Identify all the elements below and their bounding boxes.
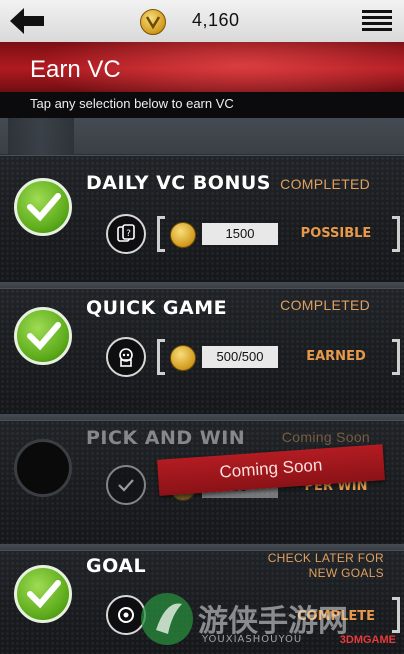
svg-text:?: ? — [126, 229, 131, 239]
page-subtitle: Tap any selection below to earn VC — [30, 96, 234, 111]
item-status: Coming Soon — [281, 429, 370, 445]
bracket-right — [392, 216, 400, 252]
item-status: CHECK LATER FOR NEW GOALS — [268, 551, 384, 581]
header-subtitle-bar: Tap any selection below to earn VC — [0, 92, 404, 118]
item-status: COMPLETED — [280, 297, 370, 313]
item-value: 500/500 — [202, 346, 278, 368]
daily-vc-bonus-card[interactable]: DAILY VC BONUS COMPLETED ? 1500 POSSIBLE — [0, 155, 404, 282]
item-value-label: EARNED — [306, 349, 366, 364]
item-title: QUICK GAME — [86, 297, 228, 319]
item-status-line: NEW GOALS — [308, 566, 384, 580]
completed-check-icon — [14, 307, 72, 365]
item-title: GOAL — [86, 555, 147, 577]
robot-head-icon — [106, 337, 146, 377]
quick-game-card[interactable]: QUICK GAME COMPLETED 500/500 EARNED — [0, 288, 404, 415]
top-bar: 4,160 — [0, 0, 404, 43]
page-title: Earn VC — [30, 56, 121, 83]
item-title: DAILY VC BONUS — [86, 172, 271, 194]
vc-coin-icon — [170, 222, 196, 248]
item-status: COMPLETED — [280, 176, 370, 192]
bracket-left — [157, 339, 165, 375]
banner-label: Coming Soon — [218, 455, 323, 482]
vc-coin-icon — [140, 9, 166, 35]
back-arrow-icon[interactable] — [10, 8, 44, 34]
watermark-logo-icon — [141, 593, 193, 645]
hamburger-menu-icon[interactable] — [362, 9, 392, 33]
item-value: 1500 — [202, 223, 278, 245]
watermark: 游侠手游网 YOUXIASHOUYOU 3DMGAME — [136, 586, 404, 653]
item-title: PICK AND WIN — [86, 427, 246, 449]
card-question-icon: ? — [106, 214, 146, 254]
vc-balance: 4,160 — [192, 10, 240, 30]
watermark-sub: YOUXIASHOUYOU — [202, 634, 303, 645]
watermark-brand: 3DMGAME — [339, 634, 396, 646]
item-status-line: CHECK LATER FOR — [267, 551, 384, 565]
completed-check-icon — [14, 178, 72, 236]
bracket-left — [157, 216, 165, 252]
check-ring-icon — [106, 465, 146, 505]
vc-coin-icon — [170, 345, 196, 371]
empty-status-dot — [14, 439, 72, 497]
completed-check-icon — [14, 565, 72, 623]
item-value-label: POSSIBLE — [300, 226, 372, 241]
bracket-right — [392, 339, 400, 375]
